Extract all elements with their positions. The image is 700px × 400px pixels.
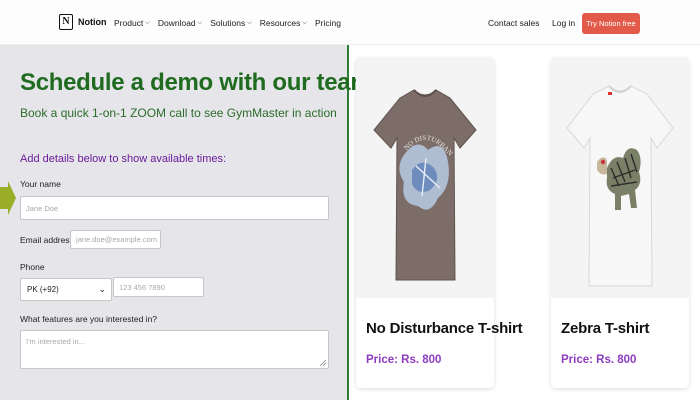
section-heading: Add details below to show available time…	[20, 153, 227, 165]
nav-item-label: Solutions	[210, 18, 246, 28]
t-shirt-image: NO DISTURBANCE	[356, 58, 477, 281]
nav-item-resources[interactable]: Resources ⌵	[260, 18, 307, 28]
product-price: Price: Rs. 800	[561, 354, 637, 366]
nav-item-label: Product	[114, 18, 144, 28]
product-price: Price: Rs. 800	[366, 354, 442, 366]
product-image[interactable]	[551, 58, 689, 298]
product-card-zebra[interactable]: Zebra T-shirt Price: Rs. 800	[551, 58, 689, 388]
top-navigation-bar: N Notion Product ⌵ Download ⌵ Solutions …	[0, 0, 700, 45]
email-label: Email address	[20, 235, 74, 245]
form-title: Schedule a demo with our team	[20, 69, 372, 96]
nav-item-solutions[interactable]: Solutions ⌵	[210, 18, 252, 28]
notion-logo-link[interactable]: N Notion	[59, 14, 107, 30]
features-textarea[interactable]: I'm interested in...	[20, 330, 329, 369]
phone-input[interactable]: 123 456 7890	[113, 277, 204, 297]
nav-item-label: Download	[157, 18, 196, 28]
product-name: Zebra T-shirt	[561, 320, 650, 337]
try-notion-free-button[interactable]: Try Notion free	[582, 13, 640, 34]
login-link[interactable]: Log in	[552, 18, 575, 28]
country-code-select[interactable]: PK (+92) ⌄	[20, 278, 112, 301]
nav-item-label: Pricing	[314, 18, 341, 28]
brand-name: Notion	[78, 17, 107, 27]
form-subtitle: Book a quick 1-on-1 ZOOM call to see Gym…	[20, 106, 337, 120]
phone-label: Phone	[20, 262, 45, 272]
name-input[interactable]: Jane Doe	[20, 196, 329, 220]
notion-logo-icon: N	[59, 14, 73, 30]
nav-item-label: Resources	[259, 18, 301, 28]
phone-placeholder: 123 456 7890	[119, 282, 165, 292]
chevron-down-icon: ⌵	[247, 19, 252, 26]
name-label: Your name	[20, 179, 61, 189]
email-placeholder: jane.doe@example.com	[76, 235, 157, 244]
chevron-down-icon: ⌵	[197, 19, 203, 26]
resize-handle-icon[interactable]	[320, 360, 326, 366]
product-card-no-disturbance[interactable]: NO DISTURBANCE No Disturbance T-shirt Pr…	[356, 58, 523, 388]
name-placeholder: Jane Doe	[26, 203, 59, 213]
demo-form-panel: Schedule a demo with our team Book a qui…	[0, 45, 372, 400]
chevron-down-icon: ⌵	[145, 19, 150, 26]
t-shirt-image	[566, 85, 674, 287]
logo-tag-icon	[608, 92, 612, 95]
chevron-down-icon: ⌵	[302, 19, 307, 26]
country-code-value: PK (+92)	[27, 285, 59, 294]
arrow-pointer-icon	[0, 181, 16, 215]
email-input[interactable]: jane.doe@example.com	[70, 230, 161, 249]
chevron-down-icon: ⌄	[98, 284, 106, 294]
features-placeholder: I'm interested in...	[26, 337, 85, 346]
contact-sales-link[interactable]: Contact sales	[488, 18, 540, 28]
main-nav: Product ⌵ Download ⌵ Solutions ⌵ Resourc…	[114, 18, 341, 28]
product-image[interactable]: NO DISTURBANCE	[356, 58, 494, 298]
nav-item-download[interactable]: Download ⌵	[158, 18, 202, 28]
product-name: No Disturbance T-shirt	[366, 320, 523, 337]
features-label: What features are you interested in?	[20, 314, 158, 324]
nav-item-pricing[interactable]: Pricing	[315, 18, 341, 28]
nav-item-product[interactable]: Product ⌵	[114, 18, 150, 28]
